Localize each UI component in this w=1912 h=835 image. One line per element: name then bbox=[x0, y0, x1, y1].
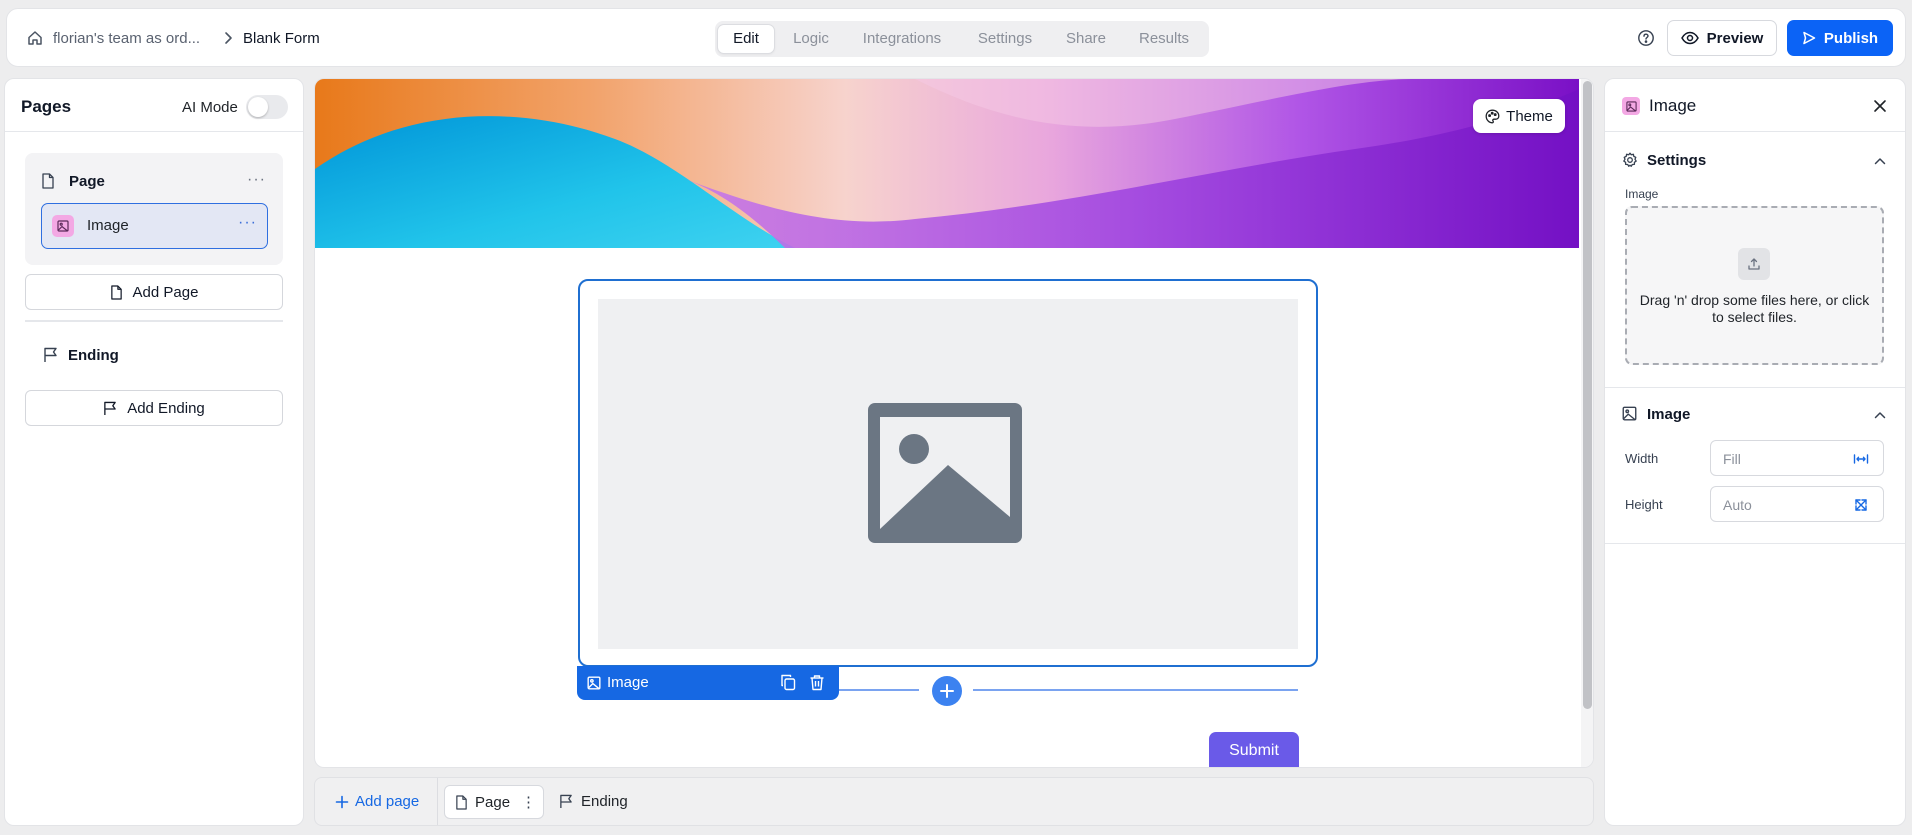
divider bbox=[1605, 543, 1905, 544]
tab-results[interactable]: Results bbox=[1125, 24, 1203, 54]
theme-button[interactable]: Theme bbox=[1473, 99, 1565, 133]
divider bbox=[5, 131, 303, 132]
upload-icon bbox=[1738, 248, 1770, 280]
page-navigation-bar: Add page Page ⋮ Ending bbox=[314, 777, 1594, 826]
expand-icon[interactable] bbox=[1853, 497, 1869, 513]
image-field-label: Image bbox=[1625, 187, 1659, 201]
add-ending-button[interactable]: Add Ending bbox=[25, 390, 283, 426]
send-icon bbox=[1802, 31, 1816, 45]
file-icon bbox=[455, 795, 468, 810]
divider bbox=[437, 778, 438, 825]
image-icon bbox=[587, 676, 601, 690]
more-vertical-icon[interactable]: ⋮ bbox=[521, 793, 536, 811]
tab-logic[interactable]: Logic bbox=[781, 24, 841, 54]
ending-chip[interactable]: Ending bbox=[559, 793, 628, 810]
tab-settings[interactable]: Settings bbox=[963, 24, 1047, 54]
insert-line bbox=[839, 689, 919, 691]
submit-button[interactable]: Submit bbox=[1209, 732, 1299, 767]
more-icon[interactable]: ··· bbox=[247, 171, 266, 189]
cover-image bbox=[315, 79, 1579, 248]
block-settings-panel: Image Settings Image Drag 'n' drop some … bbox=[1604, 78, 1906, 826]
toggle-knob bbox=[248, 97, 268, 117]
canvas-scrollbar-thumb[interactable] bbox=[1583, 81, 1592, 709]
page-label[interactable]: Page bbox=[69, 173, 105, 190]
dropzone-text: Drag 'n' drop some files here, or click … bbox=[1639, 292, 1870, 325]
breadcrumb-team[interactable]: florian's team as ord... bbox=[53, 30, 200, 47]
add-page-button[interactable]: Add Page bbox=[25, 274, 283, 310]
breadcrumb-form-title[interactable]: Blank Form bbox=[243, 30, 320, 47]
divider bbox=[1605, 131, 1905, 132]
ai-mode-toggle[interactable] bbox=[246, 95, 288, 119]
image-item-label: Image bbox=[87, 217, 129, 234]
chevron-up-icon[interactable] bbox=[1873, 408, 1887, 422]
image-icon bbox=[52, 215, 74, 237]
width-input[interactable]: Fill bbox=[1710, 440, 1884, 476]
image-icon bbox=[1622, 97, 1640, 115]
pages-panel: Pages AI Mode Page ··· Image ··· Add Pag… bbox=[4, 78, 304, 826]
gear-icon bbox=[1622, 152, 1638, 168]
add-block-button[interactable] bbox=[932, 676, 962, 706]
file-icon bbox=[41, 173, 55, 189]
selected-block-toolbar: Image bbox=[577, 666, 839, 700]
theme-label: Theme bbox=[1506, 107, 1553, 125]
add-page-label: Add Page bbox=[132, 283, 199, 301]
page-chip[interactable]: Page ⋮ bbox=[444, 785, 544, 819]
tab-share[interactable]: Share bbox=[1053, 24, 1119, 54]
tab-edit[interactable]: Edit bbox=[717, 24, 775, 54]
ending-chip-label: Ending bbox=[581, 793, 628, 810]
width-fill-icon[interactable] bbox=[1853, 451, 1869, 467]
ai-mode-label: AI Mode bbox=[182, 99, 238, 116]
preview-button[interactable]: Preview bbox=[1667, 20, 1777, 56]
tab-integrations[interactable]: Integrations bbox=[847, 24, 957, 54]
flag-icon bbox=[559, 794, 573, 809]
width-label: Width bbox=[1625, 451, 1659, 466]
add-page-link[interactable]: Add page bbox=[335, 793, 419, 810]
editor-tabs: Edit Logic Integrations Settings Share R… bbox=[715, 21, 1209, 57]
image-icon bbox=[1622, 406, 1638, 422]
height-value: Auto bbox=[1723, 497, 1752, 513]
top-bar: florian's team as ord... Blank Form Edit… bbox=[6, 8, 1906, 67]
image-placeholder bbox=[598, 299, 1298, 649]
form-canvas: Theme Image Submit bbox=[314, 78, 1594, 768]
ending-label[interactable]: Ending bbox=[68, 347, 119, 364]
more-icon[interactable]: ··· bbox=[238, 214, 257, 232]
file-icon bbox=[110, 284, 123, 300]
close-icon[interactable] bbox=[1872, 98, 1888, 114]
copy-icon[interactable] bbox=[780, 674, 796, 691]
block-type-label: Image bbox=[607, 674, 649, 691]
flag-icon bbox=[103, 401, 117, 416]
height-input[interactable]: Auto bbox=[1710, 486, 1884, 522]
panel-title: Image bbox=[1649, 96, 1697, 115]
add-page-link-label: Add page bbox=[355, 793, 420, 810]
insert-line bbox=[973, 689, 1298, 691]
trash-icon[interactable] bbox=[809, 674, 825, 691]
flag-icon bbox=[43, 347, 58, 363]
preview-label: Preview bbox=[1706, 29, 1764, 47]
chevron-right-icon bbox=[221, 31, 235, 45]
settings-section-title[interactable]: Settings bbox=[1647, 152, 1706, 169]
eye-icon bbox=[1680, 31, 1699, 45]
add-ending-label: Add Ending bbox=[127, 399, 205, 417]
divider bbox=[25, 320, 283, 322]
publish-label: Publish bbox=[1823, 29, 1879, 47]
file-dropzone[interactable]: Drag 'n' drop some files here, or click … bbox=[1625, 206, 1884, 365]
plus-icon bbox=[939, 683, 955, 699]
image-block[interactable] bbox=[578, 279, 1318, 667]
publish-button[interactable]: Publish bbox=[1787, 20, 1893, 56]
page-item-image[interactable]: Image ··· bbox=[41, 203, 268, 249]
width-value: Fill bbox=[1723, 451, 1741, 467]
divider bbox=[1605, 387, 1905, 388]
home-icon[interactable] bbox=[27, 30, 43, 46]
chevron-up-icon[interactable] bbox=[1873, 154, 1887, 168]
page-chip-label: Page bbox=[475, 794, 511, 811]
pages-title: Pages bbox=[21, 97, 72, 116]
height-label: Height bbox=[1625, 497, 1663, 512]
image-placeholder-icon bbox=[868, 403, 1022, 543]
palette-icon bbox=[1485, 109, 1500, 124]
image-section-title[interactable]: Image bbox=[1647, 406, 1690, 423]
plus-icon bbox=[335, 795, 349, 809]
help-icon[interactable] bbox=[1637, 29, 1655, 47]
